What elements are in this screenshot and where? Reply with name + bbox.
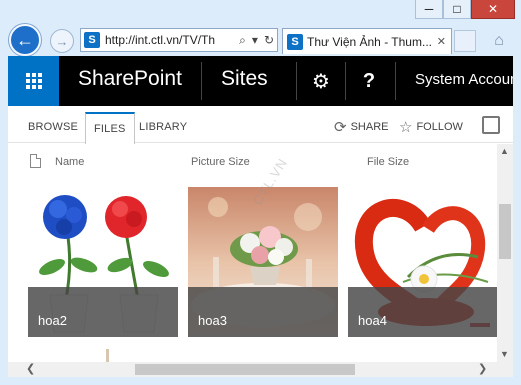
browser-tab-active[interactable]: S Thư Viện Ảnh - Thum... ✕ [282,28,452,54]
star-icon: ☆ [399,119,413,136]
page-viewport: SharePoint Sites ⚙ ? System Account BROW… [8,56,513,377]
vertical-scroll-thumb[interactable] [499,204,511,259]
close-window-button[interactable]: ✕ [471,0,515,19]
tab-files[interactable]: FILES [85,112,135,144]
window-controls: ─ □ ✕ [415,0,515,20]
suite-divider [395,62,396,100]
suite-divider [201,62,202,100]
minimize-button[interactable]: ─ [415,0,443,19]
app-launcher-button[interactable] [8,56,59,106]
tab-browse[interactable]: BROWSE [28,121,78,133]
new-tab-button[interactable] [454,30,476,52]
sharepoint-favicon-icon: S [287,33,303,50]
suite-divider [296,62,297,100]
address-dropdown-icon[interactable]: ▾ [252,33,258,47]
thumbnail-caption: hoa4 [348,287,497,337]
home-icon[interactable]: ⌂ [486,29,512,53]
follow-button[interactable]: ☆ FOLLOW [399,118,463,136]
share-label: SHARE [350,121,389,133]
scroll-right-icon[interactable]: ❯ [478,362,487,375]
address-bar[interactable]: S http://int.ctl.vn/TV/Th ⌕ ▾ ↻ [80,28,278,52]
account-menu[interactable]: System Account [415,71,513,88]
column-header-file-size[interactable]: File Size [367,156,409,168]
scroll-up-icon[interactable]: ▲ [500,146,509,156]
thumbnail-caption: hoa3 [188,287,338,337]
follow-label: FOLLOW [416,121,463,133]
maximize-button[interactable]: □ [443,0,471,19]
library-content: Name Picture Size File Size hoa2 hoa3 ho… [8,144,497,362]
address-url[interactable]: http://int.ctl.vn/TV/Th [105,33,236,47]
tab-library[interactable]: LIBRARY [139,121,187,133]
thumbnail-tile[interactable]: hoa3 [188,187,338,337]
thumbnail-caption: hoa2 [28,287,178,337]
scroll-down-icon[interactable]: ▼ [500,349,509,359]
horizontal-scroll-thumb[interactable] [135,364,355,375]
browser-navbar: ← → S http://int.ctl.vn/TV/Th ⌕ ▾ ↻ S Th… [0,22,521,56]
thumbnail-tile[interactable]: hoa2 [28,187,178,337]
thumbnail-tile[interactable]: hoa4 [348,187,497,337]
focus-mode-icon[interactable] [482,116,500,134]
refresh-icon[interactable]: ↻ [264,33,274,47]
search-icon[interactable]: ⌕ [239,33,246,48]
column-header-name[interactable]: Name [55,156,84,168]
document-type-icon [30,154,41,168]
vertical-scrollbar[interactable]: ▲ ▼ [497,144,513,362]
scroll-left-icon[interactable]: ❮ [26,362,35,375]
share-icon: ⟳ [334,119,347,136]
forward-button[interactable]: → [50,29,74,53]
horizontal-scrollbar[interactable]: ❮ ❯ [8,362,513,377]
tab-close-icon[interactable]: ✕ [437,35,446,48]
next-row-thumbnail-edge [106,349,109,362]
column-header-picture-size[interactable]: Picture Size [191,156,250,168]
back-button[interactable]: ← [9,24,41,56]
tab-title: Thư Viện Ảnh - Thum... [307,34,432,49]
suite-bar: SharePoint Sites ⚙ ? System Account [8,56,513,106]
help-icon[interactable]: ? [346,56,392,106]
ribbon: BROWSE FILES LIBRARY ⟳ SHARE ☆ FOLLOW [8,106,513,144]
waffle-icon [25,73,42,89]
sharepoint-favicon-icon: S [84,32,100,48]
brand-title[interactable]: SharePoint [78,67,182,91]
sites-link[interactable]: Sites [221,67,268,91]
gear-icon[interactable]: ⚙ [298,56,344,106]
share-button[interactable]: ⟳ SHARE [334,118,388,136]
